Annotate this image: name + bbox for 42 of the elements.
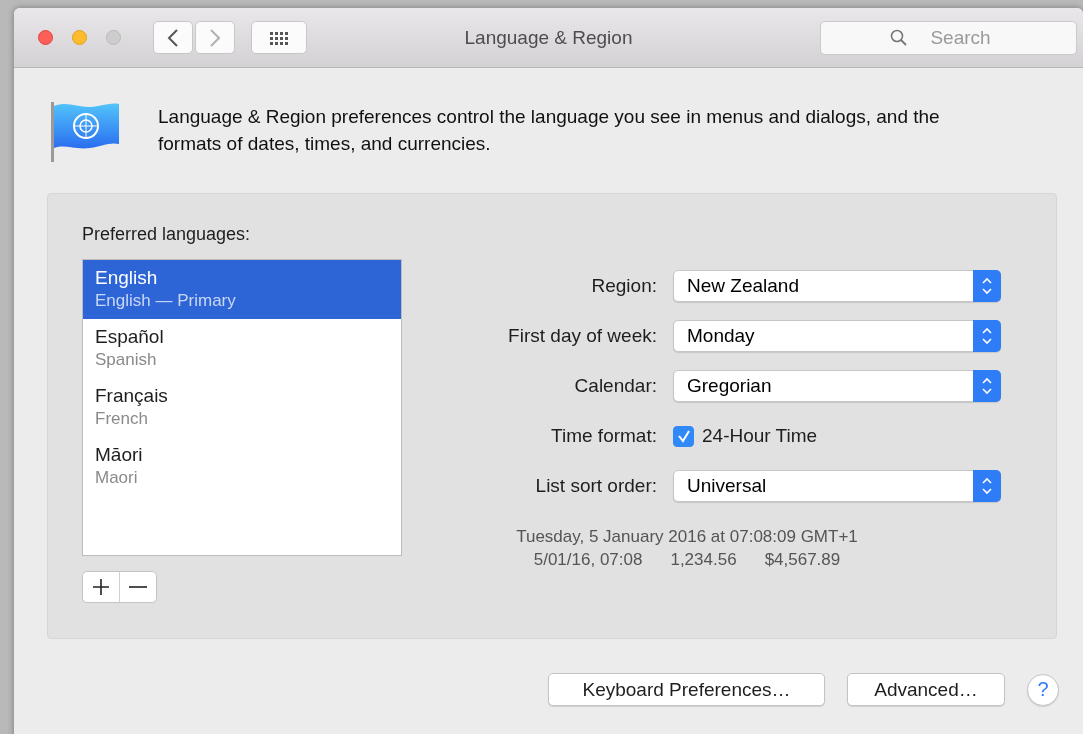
setting-label: Time format: [550, 425, 657, 447]
keyboard-preferences-button[interactable]: Keyboard Preferences… [548, 673, 825, 706]
language-item[interactable]: Māori Maori [83, 437, 401, 496]
popup-menu[interactable]: Gregorian [673, 370, 1001, 402]
advanced-button[interactable]: Advanced… [847, 673, 1005, 706]
chevron-right-icon [209, 27, 221, 48]
setting-label: List sort order: [534, 475, 657, 497]
plus-icon [92, 578, 110, 596]
language-item[interactable]: Français French [83, 378, 401, 437]
popup-menu[interactable]: Monday [673, 320, 1001, 352]
sample-number: 1,234.56 [670, 549, 737, 571]
stepper-icon [973, 320, 1001, 352]
sample-currency: $4,567.89 [764, 549, 841, 571]
sample-date-text: Tuesday, 5 January 2016 at 07:08:09 GMT+1 [515, 526, 859, 548]
close-button[interactable] [38, 30, 53, 45]
setting-label: Calendar: [573, 375, 657, 397]
checkmark-icon [676, 429, 691, 443]
language-list[interactable]: English English — Primary Español Spanish Français French Māori Maori [82, 259, 402, 556]
setting-label: Region: [590, 275, 657, 297]
checkbox[interactable] [673, 425, 694, 447]
back-button[interactable] [153, 21, 193, 54]
help-button[interactable]: ? [1027, 673, 1059, 706]
description-text: Language & Region preferences control the language you see in menus and dialogs, and the formats of dates, times, and currencies. [158, 105, 941, 156]
minus-icon [129, 585, 147, 589]
show-all-button[interactable] [251, 21, 307, 54]
language-item[interactable]: English English — Primary [83, 260, 401, 319]
stepper-icon [973, 470, 1001, 502]
popup-menu[interactable]: Universal [673, 470, 1001, 502]
sample-short-date: 5/01/16, 07:08 [533, 549, 643, 571]
stepper-icon [973, 270, 1001, 302]
flag-icon [50, 100, 122, 164]
chevron-left-icon [167, 27, 179, 48]
language-item[interactable]: Español Spanish [83, 319, 401, 378]
popup-menu[interactable]: New Zealand [673, 270, 1001, 302]
search-icon [890, 28, 907, 46]
stepper-icon [973, 370, 1001, 402]
section-label: Preferred languages: [82, 224, 252, 245]
grid-icon [268, 30, 290, 45]
checkbox-label: 24-Hour Time [702, 425, 818, 447]
search-field[interactable]: Search [820, 20, 1077, 55]
window-title: Language & Region [464, 26, 633, 48]
setting-label: First day of week: [507, 325, 657, 347]
